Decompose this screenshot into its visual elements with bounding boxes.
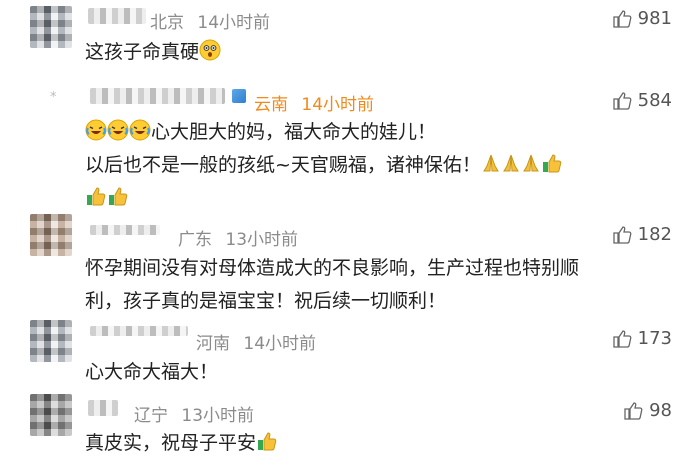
comment-meta: 云南 14小时前 [254,90,374,115]
comment-text-line: 以后也不是一般的孩纸~天官赐福，诸神保佑！ [85,149,563,185]
timestamp: 14小时前 [197,13,271,33]
location: 河南 [196,334,230,354]
pray-hands-icon [481,152,501,185]
comment-meta: 辽宁 13小时前 [134,401,254,426]
thumbs-up-emoji-icon [85,185,107,218]
username-blurred[interactable] [90,326,188,336]
thumbs-up-emoji-icon [541,152,563,185]
comment-text: 心大胆大的妈，福大命大的娃儿！ [85,116,436,152]
pray-hands-icon [501,152,521,185]
like-button[interactable]: 584 [612,90,672,111]
username-blurred[interactable] [90,225,160,235]
thumbs-up-icon [612,225,632,244]
thumbs-up-emoji-icon [107,185,129,218]
thumbs-up-icon [612,9,632,28]
thumbs-up-emoji-icon [256,430,278,463]
like-button[interactable]: 98 [623,400,672,421]
like-count: 981 [637,8,672,29]
location: 辽宁 [134,406,168,426]
username-blurred[interactable] [88,400,118,416]
like-button[interactable]: 182 [612,224,672,245]
avatar[interactable] [30,394,72,436]
avatar[interactable] [30,6,72,48]
reply-marker: * [50,90,57,105]
timestamp: 13小时前 [181,406,255,426]
verified-badge-icon [232,89,246,103]
location: 云南 [254,95,288,115]
crying-laugh-face-icon [107,119,129,152]
comment-text-line: 利，孩子真的是福宝宝！祝后续一切顺利！ [85,290,447,312]
comment-text: 这孩子命真硬 [85,36,221,72]
astonished-face-icon [199,39,221,72]
thumbs-up-icon [612,329,632,348]
comment-meta: 广东 13小时前 [178,225,298,250]
username-blurred[interactable] [90,88,225,104]
location: 广东 [178,230,212,250]
timestamp: 13小时前 [225,230,299,250]
comment-meta: 河南 14小时前 [196,329,316,354]
crying-laugh-face-icon [85,119,107,152]
comment-text: 怀孕期间没有对母体造成大的不良影响，生产过程也特别顺 [85,257,580,279]
avatar[interactable] [30,320,72,362]
comment-text: 心大命大福大！ [85,361,219,383]
like-button[interactable]: 173 [612,328,672,349]
comment-text: 真皮实，祝母子平安 [85,427,278,463]
like-count: 584 [637,90,672,111]
timestamp: 14小时前 [301,95,375,115]
thumbs-up-icon [624,401,643,420]
like-count: 173 [637,328,672,349]
location: 北京 [150,13,184,33]
thumbs-up-icon [612,91,632,110]
username-blurred[interactable] [88,8,146,24]
like-count: 182 [637,224,672,245]
like-count: 98 [649,400,672,421]
timestamp: 14小时前 [243,334,317,354]
comment-text-line [85,182,129,218]
comment-meta: 北京 14小时前 [150,8,270,33]
like-button[interactable]: 981 [612,8,672,29]
avatar[interactable] [30,214,72,256]
pray-hands-icon [521,152,541,185]
crying-laugh-face-icon [129,119,151,152]
